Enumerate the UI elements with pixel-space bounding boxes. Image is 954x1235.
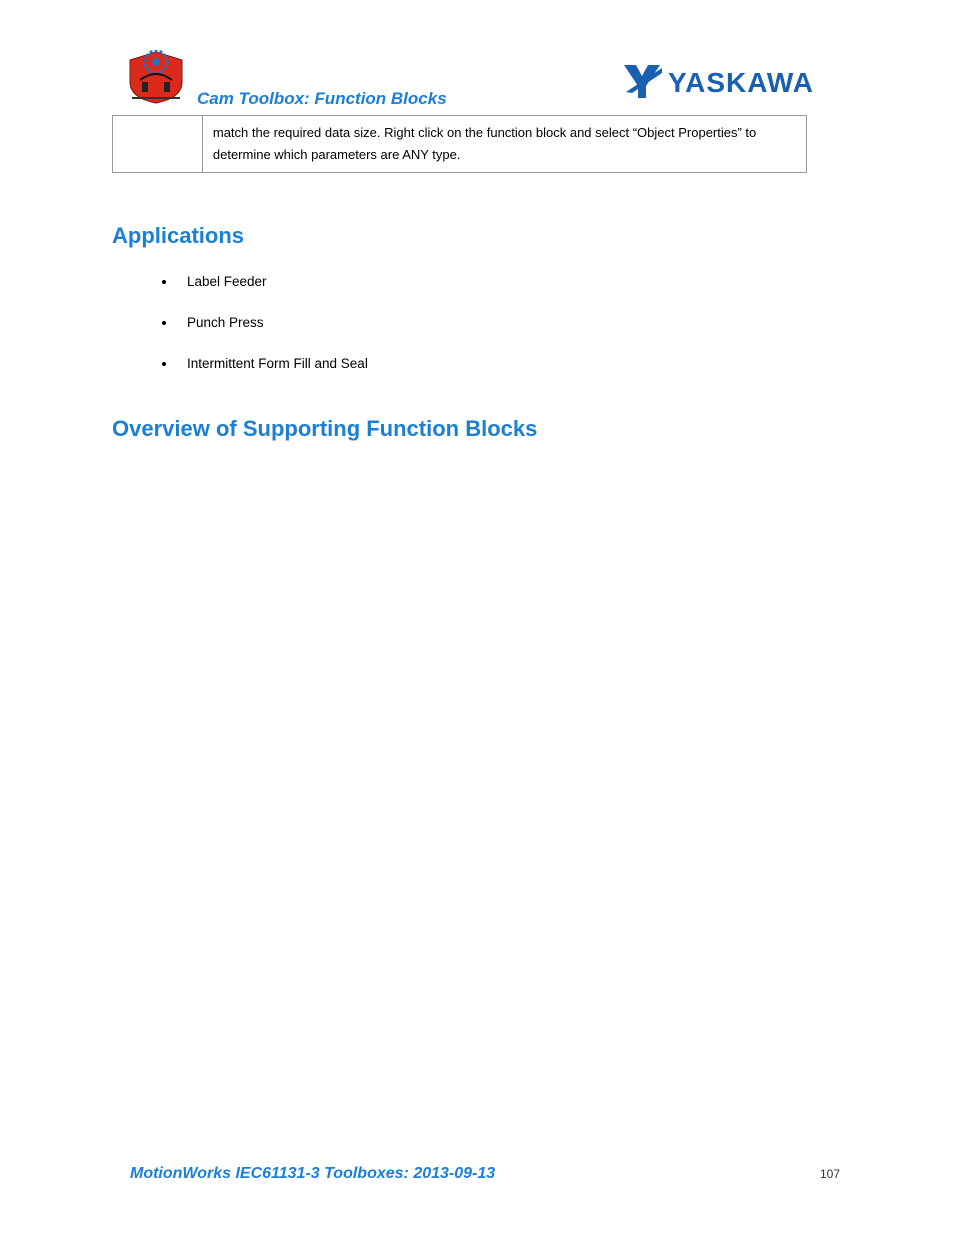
footer-text: MotionWorks IEC61131-3 Toolboxes: 2013-0… [130, 1165, 495, 1182]
page-number: 107 [820, 1167, 840, 1181]
brand-text: YASKAWA [668, 67, 814, 98]
applications-heading: Applications [112, 223, 842, 249]
overview-heading: Overview of Supporting Function Blocks [112, 416, 842, 442]
page-header: Cam Toolbox: Function Blocks YASKAWA [112, 55, 842, 115]
table-cell-text: match the required data size. Right clic… [202, 116, 806, 173]
yaskawa-logo: YASKAWA [622, 60, 842, 102]
list-item: Intermittent Form Fill and Seal [177, 356, 842, 371]
info-table: match the required data size. Right clic… [112, 115, 807, 173]
list-item: Label Feeder [177, 274, 842, 289]
list-item: Punch Press [177, 315, 842, 330]
page-footer: MotionWorks IEC61131-3 Toolboxes: 2013-0… [130, 1165, 840, 1183]
header-title: Cam Toolbox: Function Blocks [197, 89, 447, 109]
toolbox-badge-icon [122, 50, 190, 105]
applications-list: Label Feeder Punch Press Intermittent Fo… [177, 274, 842, 371]
page-content: Cam Toolbox: Function Blocks YASKAWA mat… [112, 55, 842, 467]
table-cell-empty [113, 116, 203, 173]
table-row: match the required data size. Right clic… [113, 116, 807, 173]
